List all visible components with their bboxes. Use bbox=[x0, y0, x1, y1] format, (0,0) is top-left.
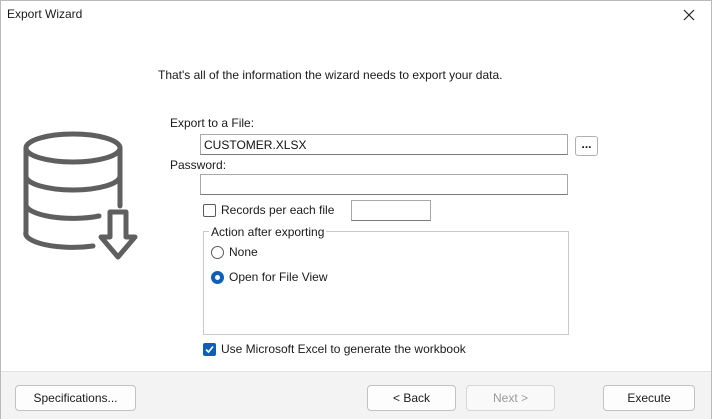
radio-none-label: None bbox=[229, 245, 258, 259]
radio-none[interactable] bbox=[211, 246, 224, 259]
window-title: Export Wizard bbox=[7, 7, 83, 21]
execute-button[interactable]: Execute bbox=[603, 385, 695, 411]
use-excel-label: Use Microsoft Excel to generate the work… bbox=[221, 342, 466, 356]
specifications-button[interactable]: Specifications... bbox=[15, 385, 136, 411]
close-icon bbox=[683, 9, 695, 21]
radio-open-for-file-view[interactable] bbox=[211, 271, 224, 284]
database-export-icon bbox=[23, 131, 138, 260]
next-button[interactable]: Next > bbox=[466, 385, 555, 411]
records-per-file-checkbox[interactable] bbox=[203, 204, 216, 217]
export-file-input[interactable] bbox=[200, 134, 568, 155]
intro-text: That's all of the information the wizard… bbox=[158, 68, 503, 82]
close-button[interactable] bbox=[667, 1, 711, 29]
records-per-file-label: Records per each file bbox=[221, 203, 335, 217]
radio-open-for-file-view-label: Open for File View bbox=[229, 270, 328, 284]
use-excel-checkbox[interactable] bbox=[203, 343, 216, 356]
button-bar: Specifications... < Back Next > Execute bbox=[1, 371, 711, 419]
export-wizard-window: Export Wizard That's all of the informat… bbox=[0, 0, 712, 419]
password-input[interactable] bbox=[200, 174, 568, 195]
records-per-file-input[interactable] bbox=[351, 200, 431, 221]
export-file-label: Export to a File: bbox=[170, 116, 255, 130]
action-group-legend: Action after exporting bbox=[209, 225, 327, 239]
checkmark-icon bbox=[205, 345, 214, 354]
browse-button[interactable]: ... bbox=[575, 136, 598, 156]
title-bar: Export Wizard bbox=[1, 1, 711, 29]
password-label: Password: bbox=[170, 158, 227, 172]
back-button[interactable]: < Back bbox=[367, 385, 456, 411]
